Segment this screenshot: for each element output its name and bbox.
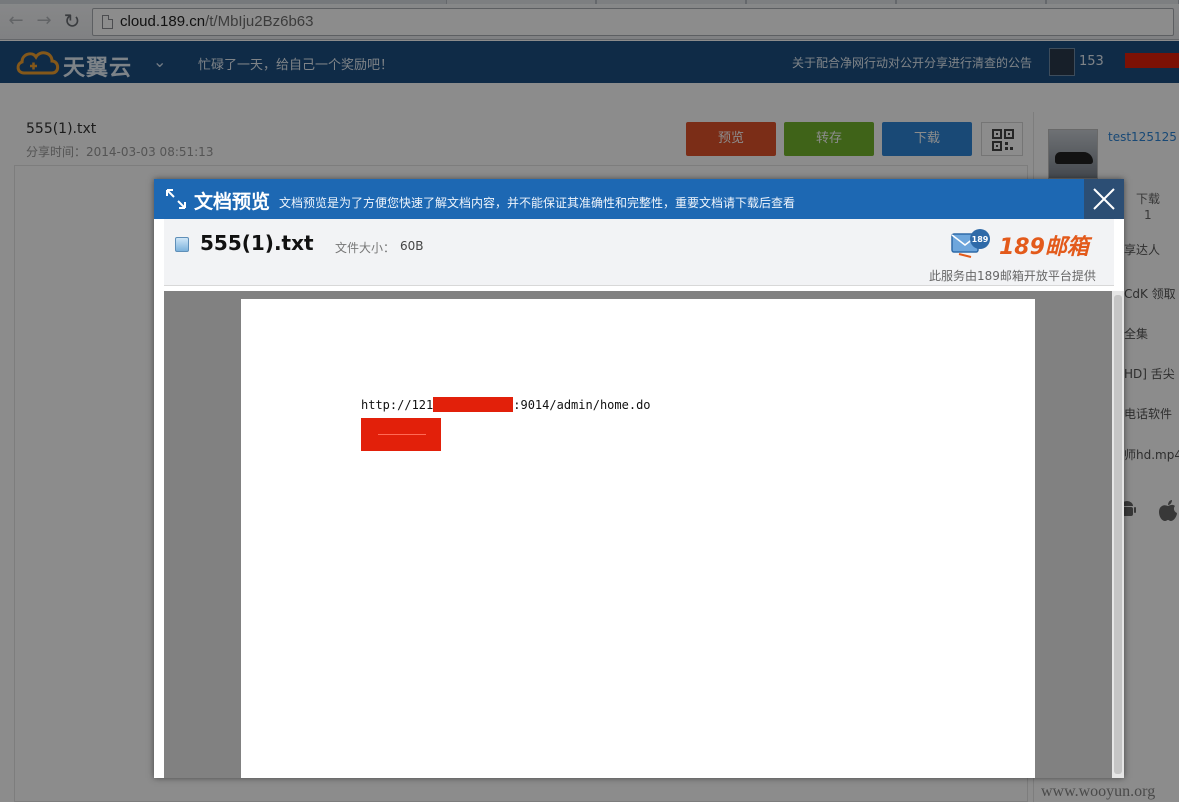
provider-note: 此服务由189邮箱开放平台提供 [929,269,1096,283]
shared-file-name: 555(1).txt [26,121,97,137]
browser-toolbar: ← → ↻ cloud.189.cn/t/MbIju2Bz6b63 [0,4,1179,40]
file-info-bar: 555(1).txt 文件大小： 60B 189 189邮箱 此服务由189邮箱… [164,219,1114,286]
sidebar-link[interactable]: 全集 [1124,325,1148,342]
page: ← → ↻ cloud.189.cn/t/MbIju2Bz6b63 天翼云 ⌄ … [0,0,1179,802]
forward-icon[interactable]: → [34,11,54,31]
sidebar-link[interactable]: 电话软件 [1124,405,1172,422]
redaction-mark [378,434,426,435]
redaction-block [1124,53,1179,68]
header-username-prefix: 153 [1079,54,1104,69]
url-suffix: :9014/admin/home.do [513,398,651,412]
site-header: 天翼云 ⌄ 忙碌了一天，给自己一个奖励吧！ 关于配合净网行动对公开分享进行清查的… [0,41,1179,83]
mail-brand[interactable]: 189邮箱 [999,229,1089,261]
sidebar-link[interactable]: 享达人 [1124,241,1160,258]
header-slogan: 忙碌了一天，给自己一个奖励吧！ [198,58,394,73]
file-size-value: 60B [400,239,424,253]
sidebar-link[interactable]: CdK 领取 [1124,285,1176,302]
page-icon [102,15,113,29]
modal-title: 文档预览 [194,191,271,213]
header-avatar[interactable] [1049,48,1075,76]
chevron-down-icon[interactable]: ⌄ [153,52,166,71]
file-size-label: 文件大小： [335,241,396,255]
document-viewer[interactable]: http://121 :9014/admin/home.do [164,291,1112,778]
url-host: cloud.189.cn [120,13,206,30]
reload-icon[interactable]: ↻ [62,11,82,31]
modal-header: 文档预览 文档预览是为了方便您快速了解文档内容，并不能保证其准确性和完整性，重要… [154,179,1124,219]
download-button[interactable]: 下载 [882,122,972,156]
header-notice-link[interactable]: 关于配合净网行动对公开分享进行清查的公告 [792,54,1032,71]
viewer-scrollbar[interactable] [1112,291,1124,778]
download-count-label: 下载 [1136,192,1161,206]
watermark: www.wooyun.org [1041,783,1156,800]
header-username[interactable]: 153 [1079,53,1179,69]
preview-button[interactable]: 预览 [686,122,776,156]
document-icon [175,237,189,252]
address-url[interactable]: cloud.189.cn/t/MbIju2Bz6b63 [120,13,313,30]
sidebar-link[interactable]: 师hd.mp4 [1124,446,1179,463]
cloud-logo-icon[interactable] [14,48,60,76]
sidebar-link[interactable]: HD] 舌尖 [1124,365,1175,382]
share-time: 分享时间：2014-03-03 08:51:13 [26,145,214,159]
modal-subtitle: 文档预览是为了方便您快速了解文档内容，并不能保证其准确性和完整性，重要文档请下载… [279,196,796,210]
scrollbar-thumb[interactable] [1114,295,1122,774]
download-count: 1 [1144,208,1152,222]
site-logo-text[interactable]: 天翼云 [63,50,132,82]
sharer-avatar[interactable] [1048,129,1098,179]
preview-file-name: 555(1).txt [200,231,314,255]
qr-code-button[interactable] [981,122,1023,156]
back-icon[interactable]: ← [6,11,26,31]
qr-code-icon [992,129,1014,151]
url-prefix: http://121 [361,398,434,412]
document-page: http://121 :9014/admin/home.do [241,299,1035,778]
redaction-block [433,397,514,412]
address-bar[interactable]: cloud.189.cn/t/MbIju2Bz6b63 [92,8,1174,36]
mail-logo-badge: 189 [972,235,989,244]
preview-modal: 文档预览 文档预览是为了方便您快速了解文档内容，并不能保证其准确性和完整性，重要… [154,179,1124,778]
document-line-1: http://121 :9014/admin/home.do [361,397,651,412]
mail-logo-icon: 189 [951,229,990,258]
url-path: /t/MbIju2Bz6b63 [205,13,314,30]
close-icon [1093,188,1115,210]
close-button[interactable] [1084,179,1124,219]
sharer-username[interactable]: test125125 [1108,130,1177,144]
apple-icon[interactable] [1158,500,1178,522]
expand-icon[interactable] [165,188,187,210]
avatar-car-image [1055,152,1093,164]
save-to-cloud-button[interactable]: 转存 [784,122,874,156]
